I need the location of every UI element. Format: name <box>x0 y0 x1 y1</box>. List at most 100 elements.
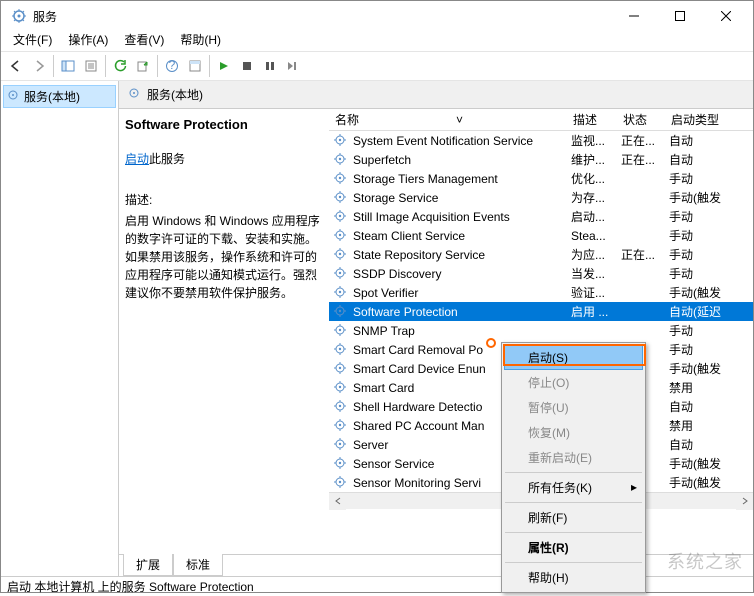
service-type-cell: 自动 <box>669 151 733 168</box>
menu-view[interactable]: 查看(V) <box>116 31 172 51</box>
menu-help[interactable]: 帮助(H) <box>172 31 229 51</box>
service-desc-cell: 为存... <box>571 189 621 206</box>
service-row[interactable]: Storage Service为存... 手动(触发 <box>329 188 753 207</box>
menu-file[interactable]: 文件(F) <box>5 31 60 51</box>
context-item: 恢复(M) <box>504 420 643 445</box>
menu-action[interactable]: 操作(A) <box>60 31 116 51</box>
minimize-button[interactable] <box>611 1 657 31</box>
properties-button[interactable] <box>184 55 206 77</box>
toolbar: ? <box>1 51 753 81</box>
status-text: 启动 本地计算机 上的服务 Software Protection <box>7 578 254 595</box>
submenu-arrow-icon: ▸ <box>631 480 637 494</box>
service-name-cell: Storage Tiers Management <box>353 172 571 186</box>
stop-service-button[interactable] <box>236 55 258 77</box>
service-row[interactable]: Software Protection启用 ...自动(延迟 <box>329 302 753 321</box>
gear-icon <box>333 190 349 206</box>
start-service-button[interactable] <box>213 55 235 77</box>
col-status[interactable]: 状态 <box>617 109 665 130</box>
col-name[interactable]: 名称˅ <box>329 109 567 130</box>
service-type-cell: 手动(触发 <box>669 284 733 301</box>
gear-icon <box>333 209 349 225</box>
tree-node-services-local[interactable]: 服务(本地) <box>3 85 116 108</box>
context-item[interactable]: 属性(R) <box>504 535 643 560</box>
maximize-button[interactable] <box>657 1 703 31</box>
service-row[interactable]: Steam Client ServiceStea...手动 <box>329 226 753 245</box>
service-name-heading: Software Protection <box>125 117 321 132</box>
tab-standard[interactable]: 标准 <box>173 554 223 576</box>
service-status-cell: 正在... <box>621 246 669 263</box>
service-name-cell: SNMP Trap <box>353 324 571 338</box>
tab-extended[interactable]: 扩展 <box>123 554 173 576</box>
service-type-cell: 手动 <box>669 170 733 187</box>
scroll-left-button[interactable] <box>329 493 346 510</box>
service-type-cell: 手动 <box>669 322 733 339</box>
export-list-button[interactable] <box>132 55 154 77</box>
context-item[interactable]: 帮助(H) <box>504 565 643 590</box>
col-description[interactable]: 描述 <box>567 109 617 130</box>
service-row[interactable]: State Repository Service为应...正在...手动 <box>329 245 753 264</box>
close-button[interactable] <box>703 1 749 31</box>
service-desc-cell: 监视... <box>571 132 621 149</box>
gear-icon <box>127 86 141 103</box>
service-name-cell: System Event Notification Service <box>353 134 571 148</box>
gear-icon <box>333 152 349 168</box>
gear-icon <box>333 380 349 396</box>
context-item: 重新启动(E) <box>504 445 643 470</box>
service-name-cell: Storage Service <box>353 191 571 205</box>
pause-service-button[interactable] <box>259 55 281 77</box>
list-header: 名称˅ 描述 状态 启动类型 <box>329 109 753 131</box>
service-type-cell: 自动 <box>669 132 733 149</box>
title-bar: 服务 <box>1 1 753 31</box>
service-name-cell: SSDP Discovery <box>353 267 571 281</box>
context-separator <box>505 472 642 473</box>
service-type-cell: 手动 <box>669 246 733 263</box>
refresh-button[interactable] <box>109 55 131 77</box>
context-item[interactable]: 启动(S) <box>504 345 643 370</box>
show-hide-tree-button[interactable] <box>57 55 79 77</box>
help-button[interactable]: ? <box>161 55 183 77</box>
gear-icon <box>333 418 349 434</box>
service-row[interactable]: System Event Notification Service监视...正在… <box>329 131 753 150</box>
service-type-cell: 自动 <box>669 398 733 415</box>
export-button[interactable] <box>80 55 102 77</box>
context-item: 停止(O) <box>504 370 643 395</box>
service-type-cell: 手动(触发 <box>669 189 733 206</box>
start-service-line: 启动此服务 <box>125 150 321 167</box>
context-item[interactable]: 所有任务(K)▸ <box>504 475 643 500</box>
context-separator <box>505 562 642 563</box>
service-desc-cell: 验证... <box>571 284 621 301</box>
gear-icon <box>333 361 349 377</box>
service-type-cell: 禁用 <box>669 417 733 434</box>
service-row[interactable]: Spot Verifier验证...手动(触发 <box>329 283 753 302</box>
back-button[interactable] <box>5 55 27 77</box>
service-desc-cell: 启用 ... <box>571 303 621 320</box>
gear-icon <box>333 323 349 339</box>
service-status-cell: 正在... <box>621 132 669 149</box>
service-type-cell: 手动 <box>669 341 733 358</box>
service-row[interactable]: SNMP Trap 手动 <box>329 321 753 340</box>
service-row[interactable]: Storage Tiers Management优化...手动 <box>329 169 753 188</box>
svg-text:?: ? <box>169 59 176 72</box>
forward-button[interactable] <box>28 55 50 77</box>
gear-icon <box>333 304 349 320</box>
col-startup-type[interactable]: 启动类型 <box>665 109 729 130</box>
context-item[interactable]: 刷新(F) <box>504 505 643 530</box>
gear-icon <box>333 456 349 472</box>
window-title: 服务 <box>33 8 611 25</box>
description-text: 启用 Windows 和 Windows 应用程序的数字许可证的下载、安装和实施… <box>125 212 321 302</box>
service-type-cell: 禁用 <box>669 379 733 396</box>
service-name-cell: State Repository Service <box>353 248 571 262</box>
service-row[interactable]: SSDP Discovery当发...手动 <box>329 264 753 283</box>
right-header: 服务(本地) <box>119 81 753 109</box>
annotation-circle <box>486 338 496 348</box>
gear-icon <box>333 171 349 187</box>
restart-service-button[interactable] <box>282 55 304 77</box>
start-service-link[interactable]: 启动 <box>125 152 149 166</box>
scroll-right-button[interactable] <box>736 493 753 510</box>
gear-icon <box>333 342 349 358</box>
right-header-title: 服务(本地) <box>147 86 203 103</box>
service-status-cell: 正在... <box>621 151 669 168</box>
services-app-icon <box>11 8 27 24</box>
service-row[interactable]: Superfetch维护...正在...自动 <box>329 150 753 169</box>
service-row[interactable]: Still Image Acquisition Events启动...手动 <box>329 207 753 226</box>
